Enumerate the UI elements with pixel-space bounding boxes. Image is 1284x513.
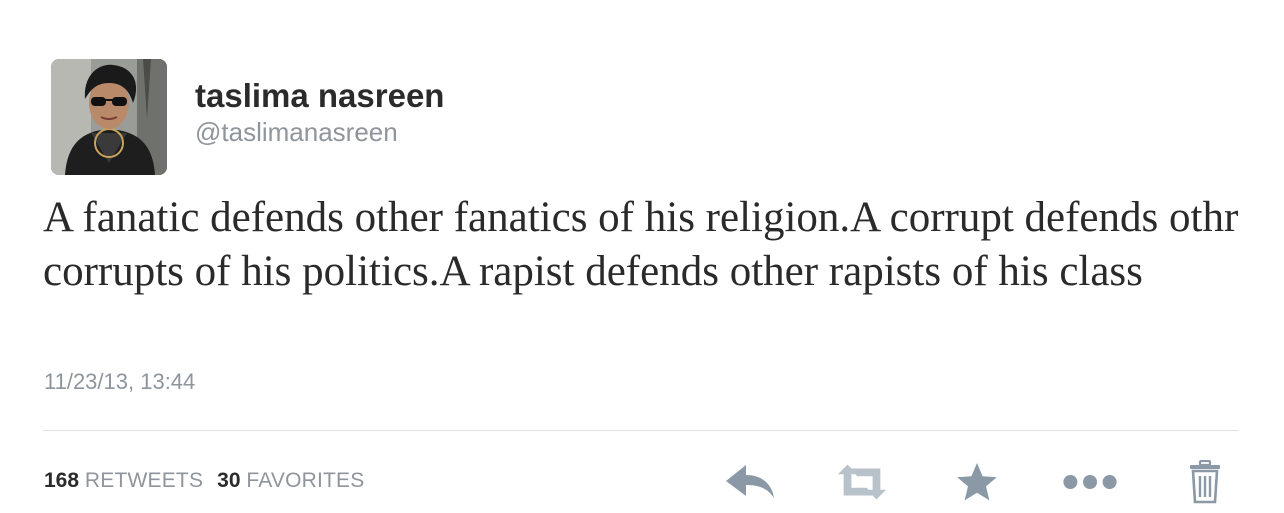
- favorites-count: 30: [217, 469, 241, 492]
- tweet-timestamp: 11/23/13, 13:44: [44, 369, 196, 394]
- retweets-stat[interactable]: 168 RETWEETS: [44, 469, 203, 492]
- author-display-name[interactable]: taslima nasreen: [195, 74, 444, 118]
- retweets-label: RETWEETS: [84, 469, 204, 492]
- trash-icon: [1190, 460, 1220, 504]
- more-button[interactable]: [1062, 458, 1118, 506]
- favorite-button[interactable]: [949, 458, 1005, 506]
- reply-icon: [726, 465, 774, 498]
- avatar-photo: [51, 59, 167, 175]
- more-dots-icon: [1063, 475, 1117, 489]
- delete-button[interactable]: [1177, 458, 1233, 506]
- tweet-text: A fanatic defends other fanatics of his …: [43, 194, 1239, 295]
- favorites-stat[interactable]: 30 FAVORITES: [217, 469, 364, 492]
- avatar[interactable]: [51, 59, 167, 175]
- retweets-count: 168: [44, 469, 80, 492]
- tweet-detail: taslima nasreen @taslimanasreen A fanati…: [0, 0, 1284, 513]
- reply-button[interactable]: [722, 458, 778, 506]
- retweet-icon: [837, 464, 887, 500]
- favorites-label: FAVORITES: [246, 469, 365, 492]
- retweet-button[interactable]: [834, 458, 890, 506]
- tweet-stats: 168 RETWEETS 30 FAVORITES: [44, 466, 364, 496]
- divider: [43, 430, 1239, 431]
- author-handle[interactable]: @taslimanasreen: [195, 115, 398, 149]
- favorite-star-icon: [957, 463, 997, 501]
